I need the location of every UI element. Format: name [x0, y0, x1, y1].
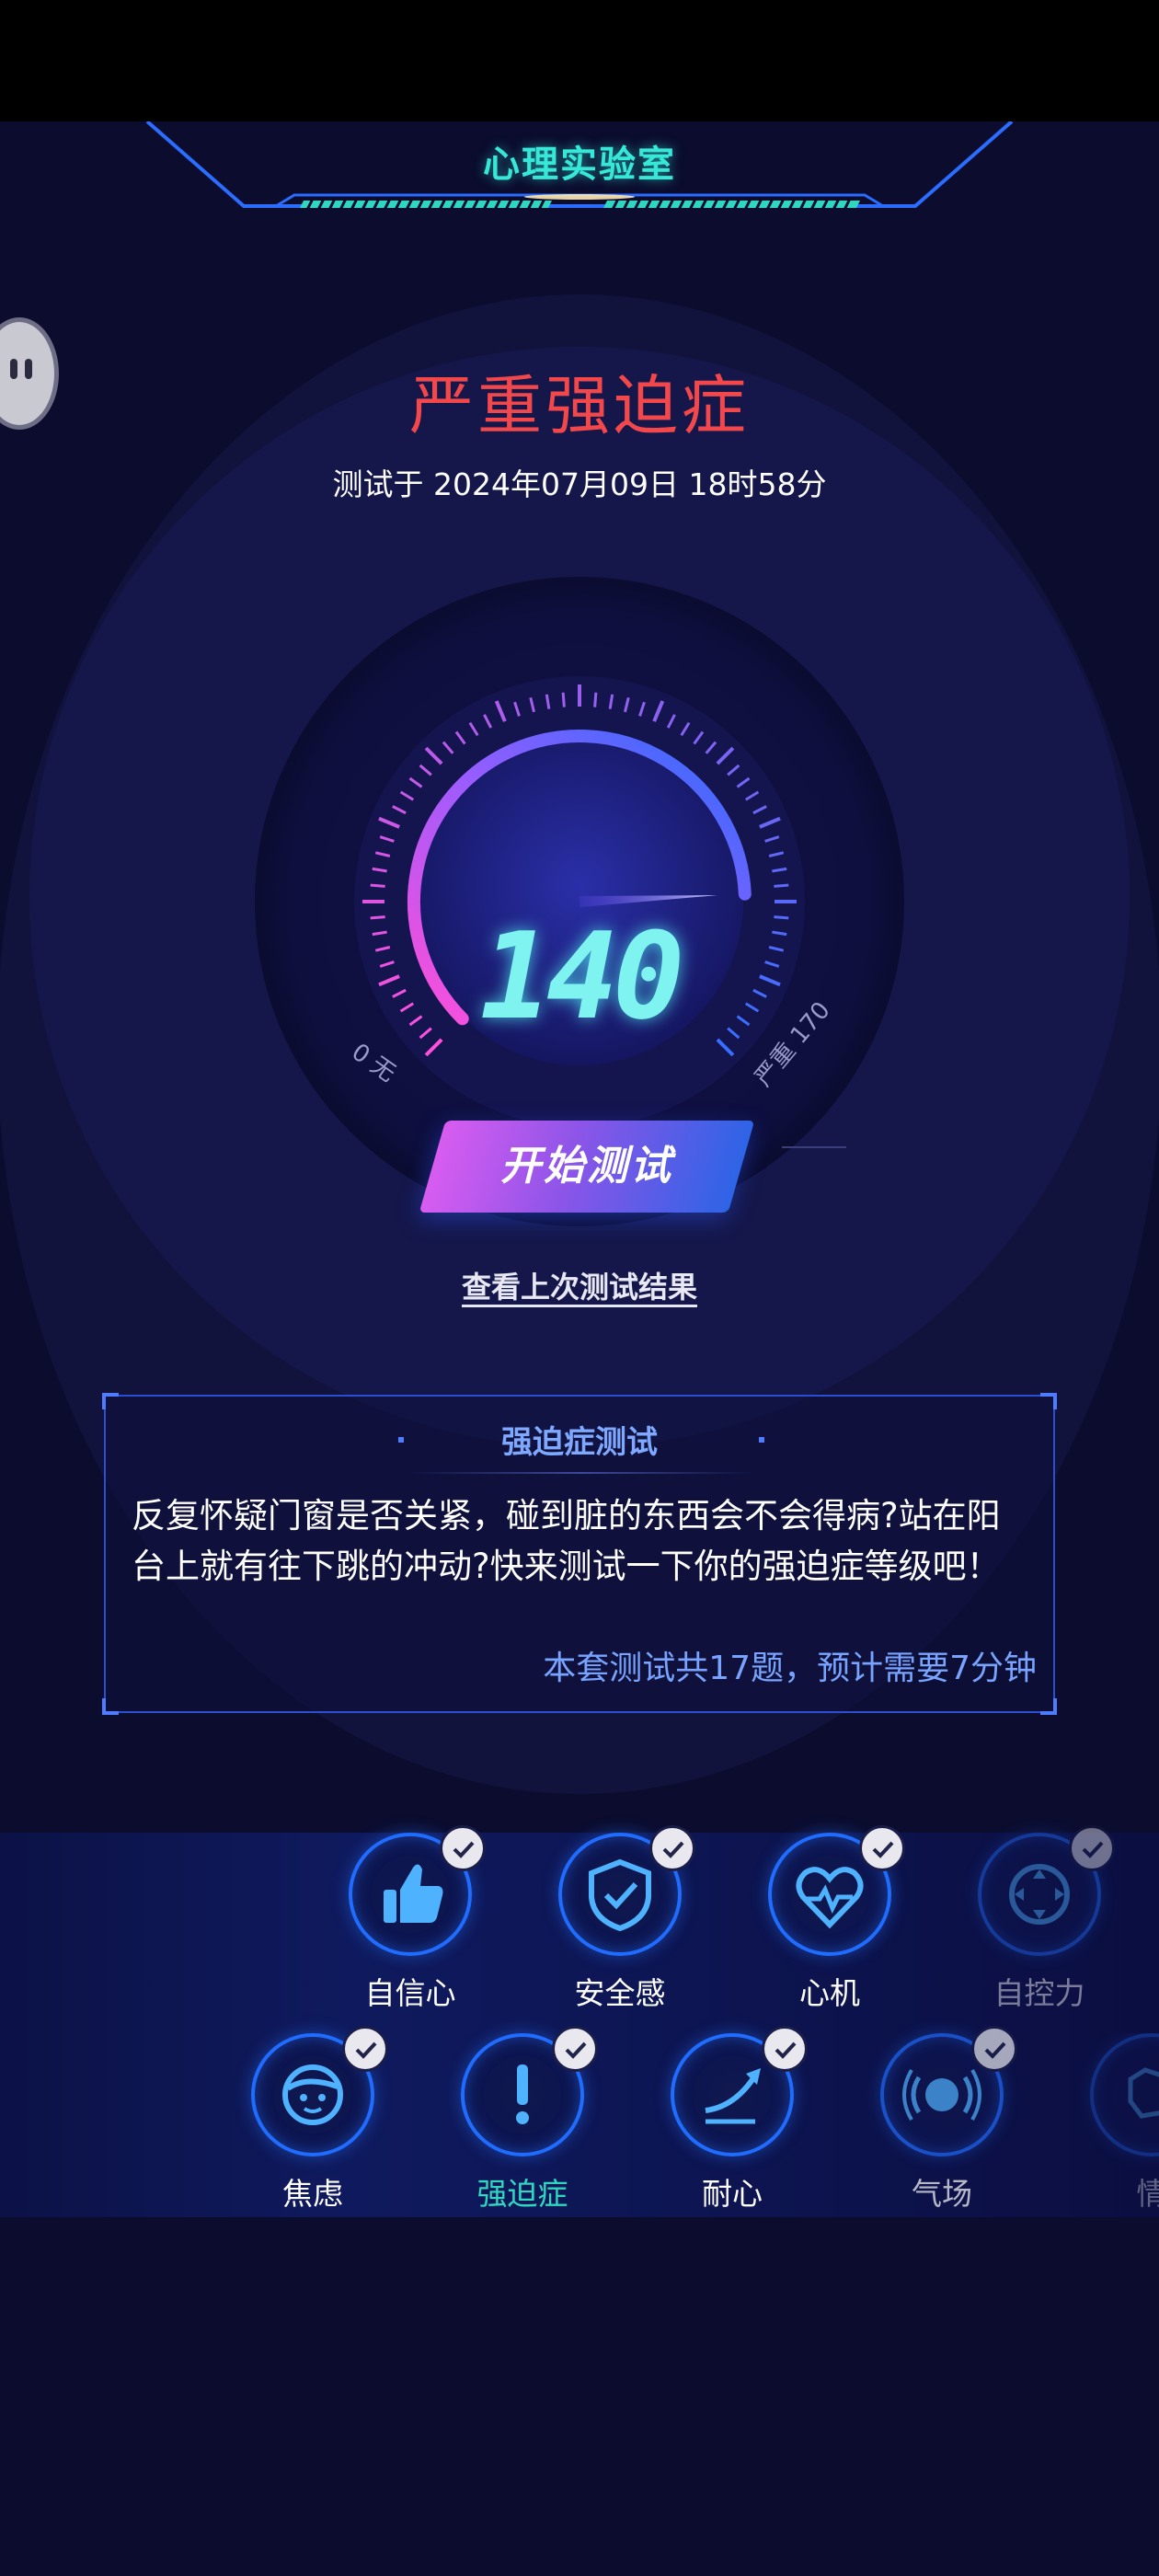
test-item-confidence[interactable]: 自信心 — [318, 1825, 502, 2017]
status-bar — [0, 0, 1159, 121]
test-item-label: 情 — [1136, 2176, 1159, 2212]
test-item-label: 气场 — [912, 2176, 972, 2212]
test-item-label: 心机 — [799, 1975, 860, 2011]
completed-check-icon — [440, 1825, 486, 1871]
completed-check-icon — [762, 2026, 808, 2072]
test-item-self-control[interactable]: 自控力 — [947, 1825, 1131, 2017]
test-item-security[interactable]: 安全感 — [528, 1825, 712, 2017]
gauge-tick — [561, 692, 566, 707]
view-last-result-label: 查看上次测试结果 — [461, 1270, 697, 1305]
emotion-icon — [1128, 2067, 1159, 2119]
test-item-label: 强迫症 — [476, 2176, 568, 2212]
card-corner — [1040, 1393, 1057, 1409]
card-corner — [1040, 1698, 1057, 1715]
test-timestamp: 测试于 2024年07月09日 18时58分 — [332, 466, 827, 502]
gauge-tick — [370, 883, 385, 888]
test-item-label: 安全感 — [574, 1975, 666, 2011]
completed-check-icon — [971, 2026, 1017, 2072]
gauge-tick — [593, 692, 598, 707]
test-item-scheming[interactable]: 心机 — [738, 1825, 922, 2017]
test-item-label: 耐心 — [702, 2176, 763, 2212]
completed-check-icon — [649, 1825, 695, 1871]
test-item-label: 自信心 — [364, 1975, 456, 2011]
test-item-ocd[interactable]: 强迫症 — [430, 2026, 614, 2217]
view-last-result-link[interactable]: 查看上次测试结果 — [0, 1264, 1159, 1306]
card-title: 强迫症测试 — [501, 1424, 658, 1461]
header: 心理实验室 — [0, 121, 1159, 213]
score-gauge — [354, 676, 805, 1127]
test-item-aura[interactable]: 气场 — [850, 2026, 1034, 2217]
card-description: 反复怀疑门窗是否关紧，碰到脏的东西会不会得病?站在阳台上就有往下跳的冲动?快来测… — [132, 1496, 1001, 1586]
card-divider — [409, 1472, 753, 1474]
decorative-line — [782, 1146, 846, 1148]
test-category-strip: 自信心 安全感 心机 自控力 焦虑 强迫症 耐心 气场 情 — [0, 1825, 1159, 2217]
result-level: 严重强迫症 — [409, 368, 750, 443]
score-value: 140 — [479, 906, 685, 1046]
test-item-anxiety[interactable]: 焦虑 — [221, 2026, 405, 2217]
start-test-button[interactable] — [419, 1121, 755, 1213]
test-item-label: 自控力 — [993, 1975, 1085, 2011]
completed-check-icon — [552, 2026, 598, 2072]
page-title: 心理实验室 — [483, 144, 676, 186]
card-corner — [102, 1698, 119, 1715]
completed-check-icon — [859, 1825, 905, 1871]
test-info-card: 强迫症测试 反复怀疑门窗是否关紧，碰到脏的东西会不会得病?站在阳台上就有往下跳的… — [102, 1393, 1057, 1715]
test-item-emotion[interactable]: 情 — [1060, 2033, 1159, 2217]
card-corner — [102, 1393, 119, 1409]
card-test-info: 本套测试共17题，预计需要7分钟 — [543, 1650, 1037, 1687]
completed-check-icon — [1069, 1825, 1115, 1871]
gauge-tick — [774, 883, 789, 888]
test-item-patience[interactable]: 耐心 — [640, 2026, 824, 2217]
completed-check-icon — [342, 2026, 388, 2072]
test-item-label: 焦虑 — [282, 2176, 343, 2212]
